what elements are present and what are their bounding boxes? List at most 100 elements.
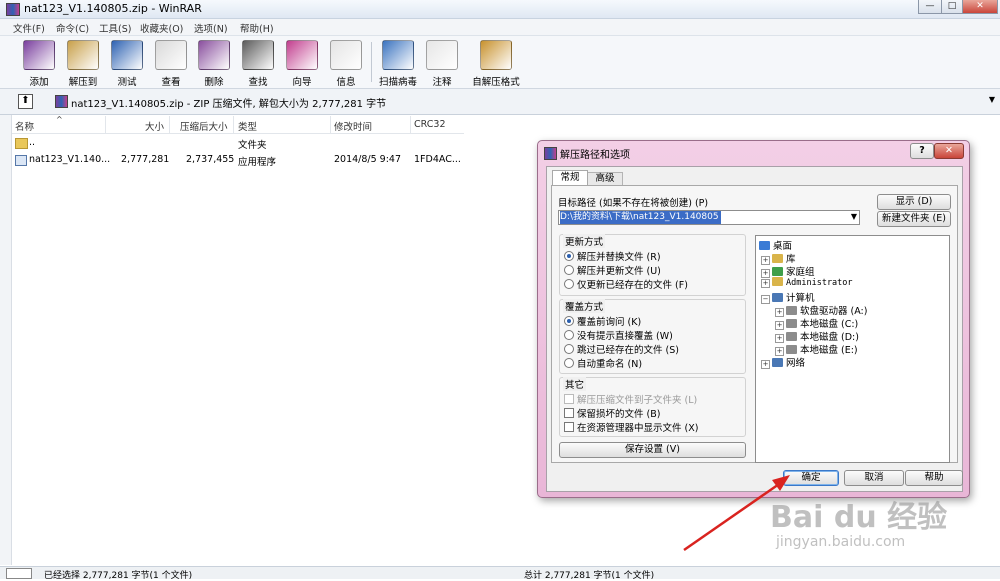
status-bar: 已经选择 2,777,281 字节(1 个文件) 总计 2,777,281 字节… (0, 566, 1000, 581)
tree-item-libraries[interactable]: + 库 (761, 251, 796, 265)
address-text: nat123_V1.140805.zip - ZIP 压缩文件, 解包大小为 2… (71, 99, 387, 110)
expand-icon[interactable]: + (761, 279, 770, 288)
new-folder-button[interactable]: 新建文件夹 (E) (877, 211, 951, 227)
up-folder-button[interactable]: ⬆ (18, 94, 33, 109)
radio-icon (564, 251, 574, 261)
view-icon (155, 40, 187, 70)
tree-item-homegroup[interactable]: + 家庭组 (761, 264, 815, 278)
tree-item-drive-c[interactable]: + 本地磁盘 (C:) (775, 316, 858, 330)
update-mode-title: 更新方式 (563, 234, 606, 248)
column-size[interactable]: 大小 (145, 119, 164, 133)
sfx-icon (480, 40, 512, 70)
radio-overwrite-without-prompt[interactable]: 没有提示直接覆盖 (W) (564, 328, 673, 342)
folder-tree[interactable]: 桌面 + 库 + 家庭组 + Administrator − 计算机 + 软盘驱动器 (A… (755, 235, 950, 463)
radio-rename-label: 自动重命名 (N) (577, 359, 643, 370)
status-selected: 已经选择 2,777,281 字节(1 个文件) (44, 571, 193, 581)
delete-button[interactable]: 删除 (192, 38, 236, 88)
list-item[interactable]: .. 文件夹 (12, 136, 464, 151)
radio-icon (564, 344, 574, 354)
column-name[interactable]: 名称 (15, 119, 34, 133)
column-crc[interactable]: CRC32 (414, 119, 445, 130)
help-button[interactable]: 帮助 (905, 470, 963, 486)
misc-title: 其它 (563, 377, 587, 391)
tree-item-computer[interactable]: − 计算机 (761, 290, 815, 304)
sort-arrow-icon: ^ (56, 115, 63, 124)
menu-help[interactable]: 帮助(H) (240, 21, 274, 35)
dialog-close-button[interactable]: ✕ (934, 143, 964, 159)
column-packed[interactable]: 压缩后大小 (180, 119, 228, 133)
radio-extract-replace[interactable]: 解压并替换文件 (R) (564, 249, 661, 263)
list-header: 名称 ^ 大小 压缩后大小 类型 修改时间 CRC32 (12, 115, 464, 134)
close-button[interactable]: ✕ (962, 0, 998, 14)
folder-icon (15, 138, 28, 149)
address-field[interactable]: nat123_V1.140805.zip - ZIP 压缩文件, 解包大小为 2… (40, 92, 995, 110)
maximize-button[interactable]: □ (941, 0, 963, 14)
column-modified[interactable]: 修改时间 (334, 119, 372, 133)
dialog-body: 常规 高级 目标路径 (如果不存在将被创建) (P) D:\我的资料\下载\na… (546, 166, 963, 492)
tree-item-administrator[interactable]: + Administrator (761, 277, 853, 288)
floppy-icon (786, 306, 797, 315)
wizard-icon (286, 40, 318, 70)
menu-tools[interactable]: 工具(S) (99, 21, 131, 35)
file-packed-size: 2,737,455 (186, 154, 235, 165)
wizard-button[interactable]: 向导 (280, 38, 324, 88)
sfx-button[interactable]: 自解压格式 (469, 38, 523, 88)
add-button[interactable]: 添加 (17, 38, 61, 88)
find-button[interactable]: 查找 (236, 38, 280, 88)
tab-advanced[interactable]: 高级 (587, 172, 623, 185)
tree-item-drive-e[interactable]: + 本地磁盘 (E:) (775, 342, 858, 356)
comment-button[interactable]: 注释 (420, 38, 464, 88)
chevron-down-icon[interactable]: ▼ (989, 95, 995, 104)
dialog-help-button[interactable]: ? (910, 143, 934, 159)
checkbox-extract-to-subfolders[interactable]: 解压压缩文件到子文件夹 (L) (564, 392, 697, 406)
tab-panel: 目标路径 (如果不存在将被创建) (P) D:\我的资料\下载\nat123_V… (551, 185, 958, 463)
find-label: 查找 (248, 77, 268, 88)
chevron-down-icon[interactable]: ▼ (851, 212, 857, 221)
minimize-button[interactable]: — (918, 0, 942, 14)
extract-to-button[interactable]: 解压到 (61, 38, 105, 88)
file-type: 应用程序 (238, 157, 277, 168)
menu-favorites[interactable]: 收藏夹(O) (140, 21, 183, 35)
info-button[interactable]: 信息 (324, 38, 368, 88)
expand-icon[interactable]: + (761, 360, 770, 369)
show-button[interactable]: 显示 (D) (877, 194, 951, 210)
header-divider (169, 116, 170, 133)
radio-skip-existing[interactable]: 跳过已经存在的文件 (S) (564, 342, 679, 356)
tab-general[interactable]: 常规 (552, 170, 588, 185)
status-icons (6, 568, 32, 579)
checkbox-explorer-label: 在资源管理器中显示文件 (X) (577, 423, 699, 434)
list-item[interactable]: nat123_V1.140... 2,777,281 2,737,455 应用程… (12, 153, 464, 168)
tree-label: 本地磁盘 (E:) (800, 345, 858, 356)
test-label: 测试 (117, 77, 137, 88)
view-button[interactable]: 查看 (149, 38, 193, 88)
collapse-icon[interactable]: − (761, 295, 770, 304)
destination-path-combobox[interactable]: D:\我的资料\下载\nat123_V1.140805 ▼ (558, 210, 860, 225)
radio-icon (564, 358, 574, 368)
tree-item-floppy[interactable]: + 软盘驱动器 (A:) (775, 303, 867, 317)
menu-commands[interactable]: 命令(C) (56, 21, 89, 35)
tree-item-desktop[interactable]: 桌面 (759, 238, 792, 252)
tab-general-label: 常规 (560, 172, 580, 183)
radio-ask-before-overwrite[interactable]: 覆盖前询问 (K) (564, 314, 641, 328)
tab-advanced-label: 高级 (595, 173, 615, 184)
menu-file[interactable]: 文件(F) (13, 21, 45, 35)
menu-options[interactable]: 选项(N) (194, 21, 228, 35)
checkbox-keep-broken-files[interactable]: 保留损坏的文件 (B) (564, 406, 660, 420)
drive-icon (786, 332, 797, 341)
radio-extract-update[interactable]: 解压并更新文件 (U) (564, 263, 661, 277)
column-type[interactable]: 类型 (238, 119, 257, 133)
cancel-button[interactable]: 取消 (844, 470, 904, 486)
drive-icon (786, 345, 797, 354)
radio-fresh-existing[interactable]: 仅更新已经存在的文件 (F) (564, 277, 688, 291)
info-label: 信息 (336, 77, 356, 88)
checkbox-show-in-explorer[interactable]: 在资源管理器中显示文件 (X) (564, 420, 698, 434)
tree-item-drive-d[interactable]: + 本地磁盘 (D:) (775, 329, 859, 343)
save-settings-button[interactable]: 保存设置 (V) (559, 442, 746, 458)
tree-item-network[interactable]: + 网络 (761, 355, 805, 369)
destination-path-value: D:\我的资料\下载\nat123_V1.140805 (560, 211, 721, 224)
virus-scan-button[interactable]: 扫描病毒 (376, 38, 420, 88)
radio-auto-rename[interactable]: 自动重命名 (N) (564, 356, 642, 370)
extract-to-label: 解压到 (68, 77, 98, 88)
list-left-gutter (0, 115, 12, 565)
test-button[interactable]: 测试 (105, 38, 149, 88)
